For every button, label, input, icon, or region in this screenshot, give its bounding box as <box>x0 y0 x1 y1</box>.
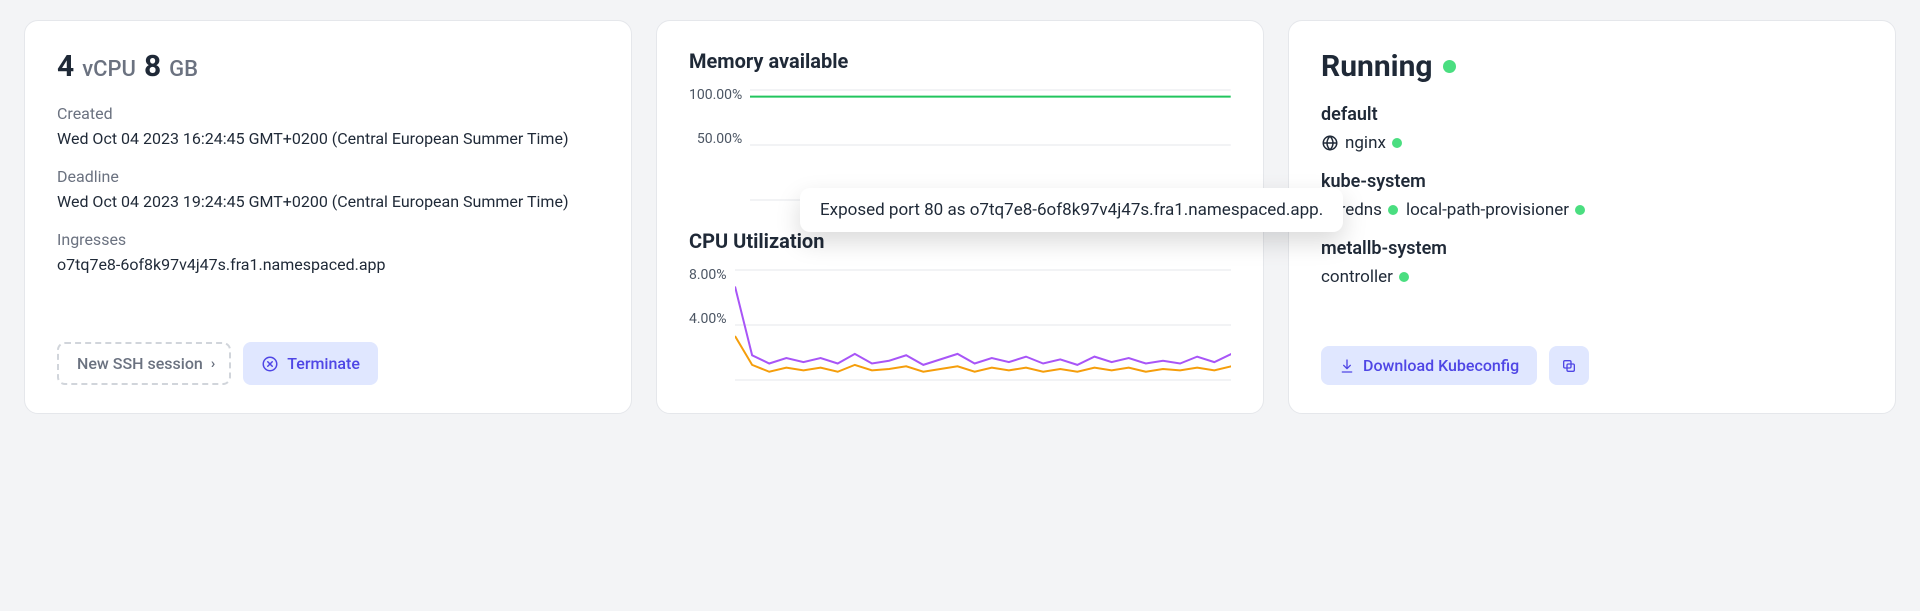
pod-item[interactable]: local-path-provisioner <box>1406 200 1585 220</box>
cpu-chart-block: CPU Utilization 8.00% 4.00% <box>689 229 1231 385</box>
pod-row: nginx <box>1321 133 1863 153</box>
status-dot-icon <box>1392 138 1402 148</box>
memory-y-tick: 100.00% <box>689 87 742 103</box>
cpu-y-tick: 8.00% <box>689 267 727 283</box>
namespace-title: default <box>1321 104 1863 125</box>
namespace-list: default nginx kube-system corednslocal-path… <box>1321 104 1863 305</box>
mem-unit: GB <box>169 57 198 82</box>
cpu-chart <box>735 265 1231 385</box>
vcpu-value: 4 <box>57 49 74 84</box>
status-dot-icon <box>1388 205 1398 215</box>
cpu-y-axis: 8.00% 4.00% <box>689 265 727 385</box>
mem-value: 8 <box>144 49 161 84</box>
status-title: Running <box>1321 49 1433 84</box>
terminate-button[interactable]: Terminate <box>243 342 378 385</box>
spec-line: 4 vCPU 8 GB <box>57 49 599 84</box>
instance-info-card: 4 vCPU 8 GB Created Wed Oct 04 2023 16:2… <box>24 20 632 414</box>
ingress-tooltip: Exposed port 80 as o7tq7e8-6of8k97v4j47s… <box>800 188 1343 232</box>
vcpu-unit: vCPU <box>82 57 136 82</box>
pod-row: corednslocal-path-provisioner <box>1321 200 1863 220</box>
status-dot-icon <box>1575 205 1585 215</box>
globe-icon <box>1321 134 1339 152</box>
pod-row: controller <box>1321 267 1863 287</box>
download-icon <box>1339 358 1355 374</box>
terminate-label: Terminate <box>287 354 360 373</box>
deadline-value: Wed Oct 04 2023 19:24:45 GMT+0200 (Centr… <box>57 190 599 214</box>
memory-y-axis: 100.00% 50.00% <box>689 85 742 205</box>
cpu-chart-title: CPU Utilization <box>689 229 1231 253</box>
memory-chart-title: Memory available <box>689 49 1231 73</box>
status-card: Running default nginx kube-system corednslo… <box>1288 20 1896 414</box>
cpu-y-tick: 4.00% <box>689 311 727 327</box>
created-value: Wed Oct 04 2023 16:24:45 GMT+0200 (Centr… <box>57 127 599 151</box>
namespace-title: kube-system <box>1321 171 1863 192</box>
memory-chart <box>750 85 1231 205</box>
pod-item[interactable]: controller <box>1321 267 1409 287</box>
ingress-tooltip-text: Exposed port 80 as o7tq7e8-6of8k97v4j47s… <box>820 200 1323 220</box>
download-kubeconfig-button[interactable]: Download Kubeconfig <box>1321 346 1537 385</box>
status-dot-icon <box>1443 60 1456 73</box>
status-dot-icon <box>1399 272 1409 282</box>
ingresses-value: o7tq7e8-6of8k97v4j47s.fra1.namespaced.ap… <box>57 253 599 277</box>
new-ssh-session-button[interactable]: New SSH session ›› <box>57 342 231 385</box>
ingresses-label: Ingresses <box>57 230 599 249</box>
namespace-title: metallb-system <box>1321 238 1863 259</box>
memory-chart-block: Memory available 100.00% 50.00% <box>689 49 1231 205</box>
deadline-label: Deadline <box>57 167 599 186</box>
pod-item[interactable]: nginx <box>1321 133 1402 153</box>
created-label: Created <box>57 104 599 123</box>
new-ssh-session-label: New SSH session <box>77 354 203 373</box>
memory-y-tick: 50.00% <box>697 131 742 147</box>
pod-name: local-path-provisioner <box>1406 200 1569 220</box>
download-kubeconfig-label: Download Kubeconfig <box>1363 356 1519 375</box>
pod-name: controller <box>1321 267 1393 287</box>
copy-icon <box>1561 358 1577 374</box>
pod-name: nginx <box>1345 133 1386 153</box>
copy-button[interactable] <box>1549 346 1589 385</box>
close-circle-icon <box>261 355 279 373</box>
